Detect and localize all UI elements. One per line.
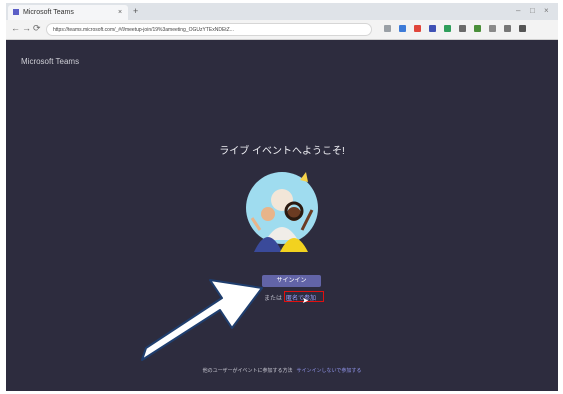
- pointer-arrow-annotation: [141, 279, 263, 361]
